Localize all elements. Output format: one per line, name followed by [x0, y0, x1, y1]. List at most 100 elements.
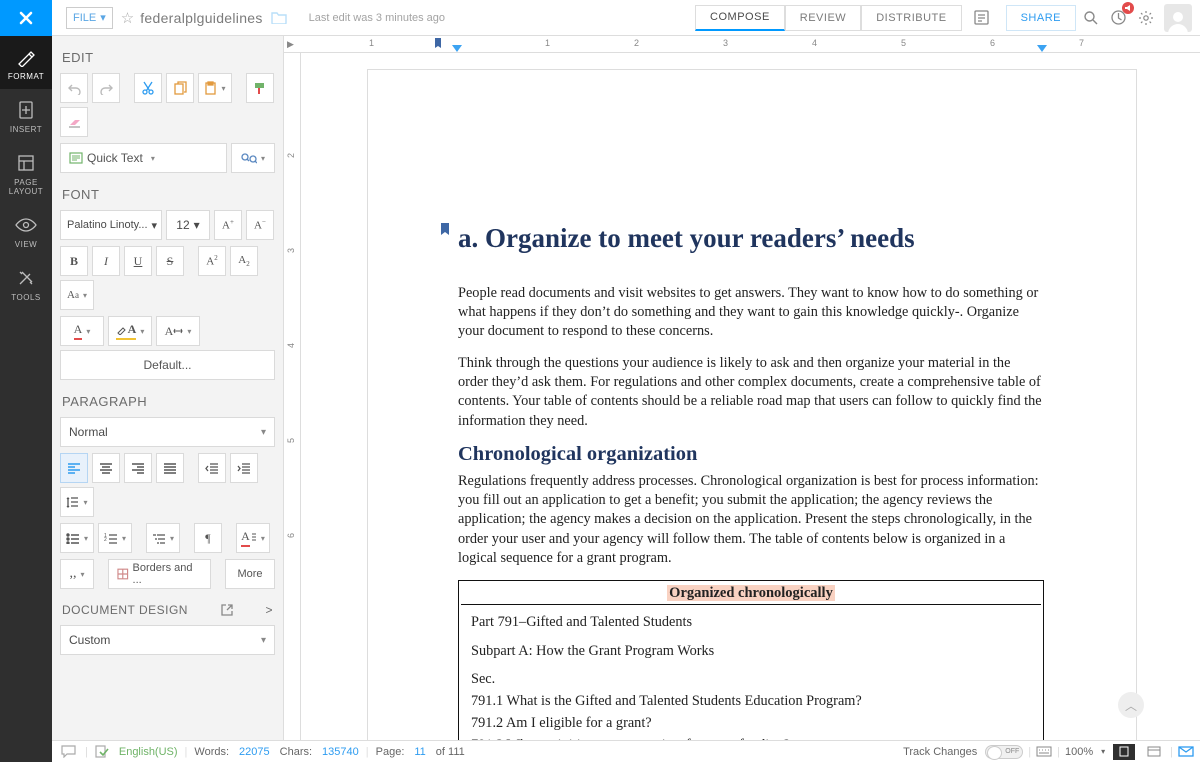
font-color-button[interactable]: A▾ — [60, 316, 104, 346]
highlight-color-button[interactable]: A▾ — [108, 316, 152, 346]
font-defaults-button[interactable]: Default... — [60, 350, 275, 380]
rail-view[interactable]: VIEW — [0, 204, 52, 257]
user-avatar[interactable] — [1164, 4, 1192, 32]
indent-marker-left[interactable] — [452, 45, 462, 52]
doc-design-expand-icon[interactable] — [221, 604, 233, 616]
align-justify-button[interactable] — [156, 453, 184, 483]
font-size-dropdown[interactable]: 12▾ — [166, 210, 210, 240]
paragraph-more-button[interactable]: More — [225, 559, 275, 589]
rail-insert[interactable]: INSERT — [0, 89, 52, 142]
zoom-value[interactable]: 100% — [1065, 746, 1093, 758]
change-case-button[interactable]: Aa▾ — [60, 280, 94, 310]
redo-button[interactable] — [92, 73, 120, 103]
increase-font-button[interactable]: A+ — [214, 210, 242, 240]
font-family-dropdown[interactable]: Palatino Linoty...▾ — [60, 210, 162, 240]
chars-value[interactable]: 135740 — [322, 746, 359, 758]
tools-icon — [15, 267, 37, 289]
bullet-list-button[interactable]: ▾ — [60, 523, 94, 553]
checklist-icon[interactable] — [969, 5, 995, 31]
character-spacing-button[interactable]: A▾ — [156, 316, 200, 346]
page-current[interactable]: 11 — [414, 746, 425, 758]
track-changes-toggle[interactable]: OFF — [985, 745, 1023, 759]
rail-page-layout[interactable]: PAGE LAYOUT — [0, 142, 52, 204]
page-label: Page: — [376, 746, 405, 758]
page-paragraph: People read documents and visit websites… — [458, 284, 1044, 342]
view-mode-page-button[interactable] — [1113, 744, 1135, 760]
subscript-button[interactable]: A2 — [230, 246, 258, 276]
document-title[interactable]: federalplguidelines — [140, 10, 262, 26]
indent-decrease-button[interactable] — [198, 453, 226, 483]
undo-button[interactable] — [60, 73, 88, 103]
rail-format[interactable]: FORMAT — [0, 36, 52, 89]
line-spacing-button[interactable]: ▾ — [60, 487, 94, 517]
indent-marker-right[interactable] — [1037, 45, 1047, 52]
section-edit-title: EDIT — [62, 50, 273, 65]
notifications-icon[interactable] — [1105, 5, 1131, 31]
quick-text-dropdown[interactable]: Quick Text▾ — [60, 143, 227, 173]
ruler-vertical[interactable]: 2 3 4 5 6 — [284, 53, 301, 740]
keyboard-icon[interactable] — [1036, 746, 1052, 757]
italic-button[interactable]: I — [92, 246, 120, 276]
document-page[interactable]: a. Organize to meet your readers’ needs … — [367, 69, 1137, 740]
view-mode-web-button[interactable] — [1143, 744, 1165, 760]
multilevel-list-button[interactable]: ▾ — [146, 523, 180, 553]
clear-format-button[interactable] — [60, 107, 88, 137]
decrease-font-button[interactable]: A− — [246, 210, 274, 240]
blockquote-button[interactable]: ,,▾ — [60, 559, 94, 589]
find-replace-button[interactable]: ▾ — [231, 143, 275, 173]
spellcheck-icon[interactable] — [95, 745, 109, 758]
content-table: Organized chronologically Part 791–Gifte… — [458, 580, 1044, 740]
app-logo[interactable] — [0, 0, 52, 36]
indent-increase-button[interactable] — [230, 453, 258, 483]
align-center-button[interactable] — [92, 453, 120, 483]
ruler-horizontal[interactable]: ▶ 1 1 2 3 4 5 6 7 — [284, 36, 1200, 53]
favorite-icon[interactable]: ☆ — [121, 9, 134, 27]
bookmark-marker[interactable] — [434, 38, 442, 49]
page-paragraph: Think through the questions your audienc… — [458, 354, 1044, 431]
page-layout-icon — [15, 152, 37, 174]
search-icon[interactable] — [1077, 5, 1103, 31]
settings-icon[interactable] — [1133, 5, 1159, 31]
tab-review[interactable]: REVIEW — [785, 5, 861, 31]
rail-label: VIEW — [15, 240, 37, 249]
folder-icon[interactable] — [271, 11, 287, 24]
words-label: Words: — [194, 746, 229, 758]
file-menu[interactable]: FILE▾ — [66, 7, 113, 29]
paragraph-color-button[interactable]: A▾ — [236, 523, 270, 553]
insert-icon — [15, 99, 37, 121]
borders-shading-button[interactable]: Borders and ... — [108, 559, 211, 589]
numbered-list-button[interactable]: 12▾ — [98, 523, 132, 553]
rail-tools[interactable]: TOOLS — [0, 257, 52, 310]
rail-label: INSERT — [10, 125, 42, 134]
page-paragraph: Regulations frequently address processes… — [458, 472, 1044, 568]
underline-button[interactable]: U — [124, 246, 152, 276]
scroll-to-top-button[interactable]: ︿ — [1118, 692, 1144, 718]
show-formatting-button[interactable]: ¶ — [194, 523, 222, 553]
ruler-collapse-icon[interactable]: ▶ — [287, 39, 294, 50]
tab-compose[interactable]: COMPOSE — [695, 5, 785, 31]
doc-design-dropdown[interactable]: Custom▾ — [60, 625, 275, 655]
align-right-button[interactable] — [124, 453, 152, 483]
rail-label: FORMAT — [8, 72, 44, 81]
table-line: Subpart A: How the Grant Program Works — [471, 640, 1031, 662]
comments-icon[interactable] — [59, 744, 77, 760]
mail-icon[interactable] — [1178, 746, 1194, 757]
last-edit-text: Last edit was 3 minutes ago — [309, 12, 445, 24]
page-heading: a. Organize to meet your readers’ needs — [458, 220, 1044, 258]
pin-icon[interactable] — [440, 223, 450, 236]
tab-distribute[interactable]: DISTRIBUTE — [861, 5, 961, 31]
rail-label: TOOLS — [11, 293, 40, 302]
bold-button[interactable]: B — [60, 246, 88, 276]
superscript-button[interactable]: A2 — [198, 246, 226, 276]
strikethrough-button[interactable]: S — [156, 246, 184, 276]
format-painter-button[interactable] — [246, 73, 274, 103]
cut-button[interactable] — [134, 73, 162, 103]
paragraph-style-dropdown[interactable]: Normal▾ — [60, 417, 275, 447]
words-value[interactable]: 22075 — [239, 746, 270, 758]
share-button[interactable]: SHARE — [1006, 5, 1076, 31]
language-label[interactable]: English(US) — [119, 746, 178, 758]
align-left-button[interactable] — [60, 453, 88, 483]
copy-button[interactable] — [166, 73, 194, 103]
page-subheading: Chronological organization — [458, 443, 1044, 466]
paste-button[interactable]: ▾ — [198, 73, 232, 103]
